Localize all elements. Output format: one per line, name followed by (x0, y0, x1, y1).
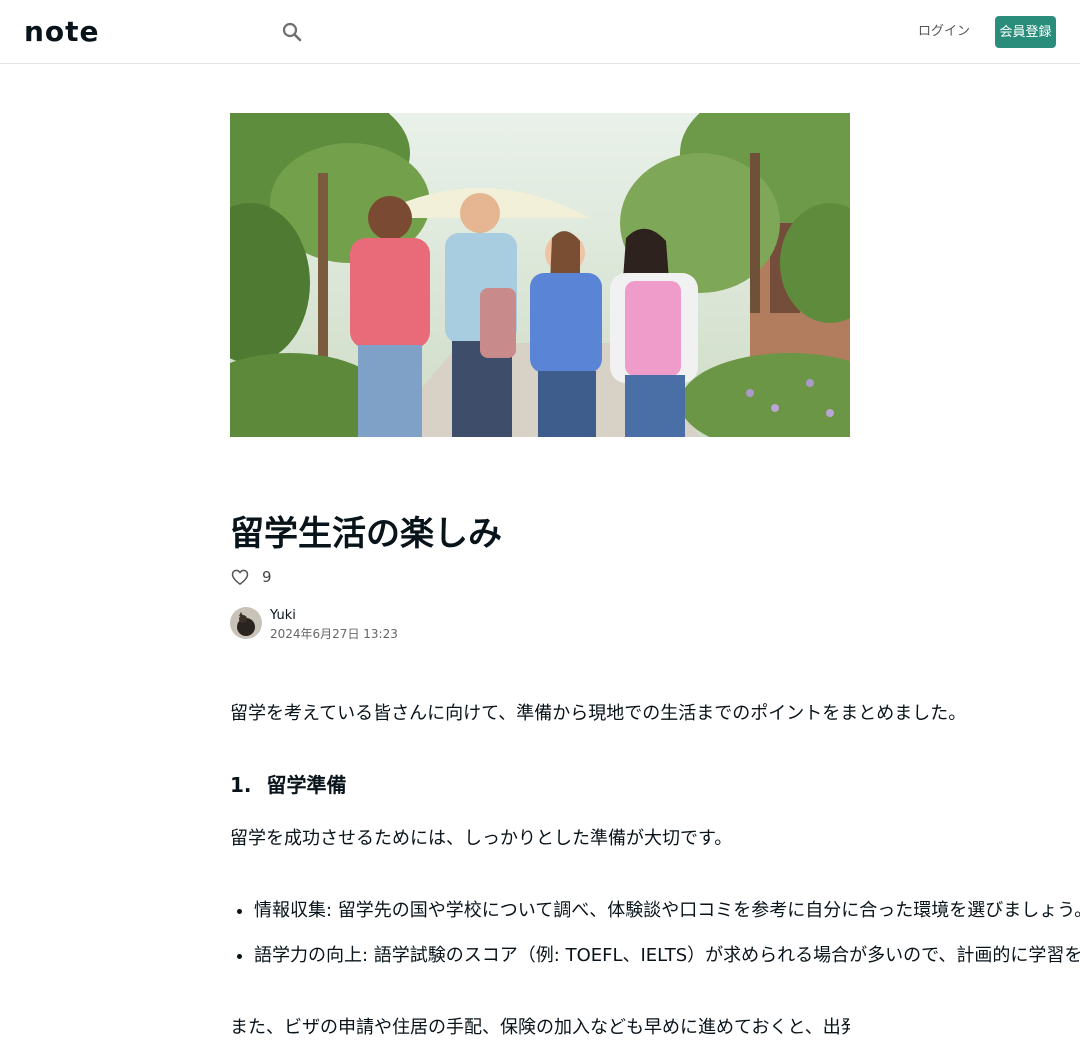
search-button[interactable] (280, 20, 304, 44)
like-count: 9 (262, 568, 272, 586)
note-logo[interactable]: note (24, 18, 100, 46)
login-link[interactable]: ログイン (918, 24, 970, 40)
list-item: 語学力の向上: 語学試験のスコア（例: TOEFL、IELTS）が求められる場合… (254, 942, 1080, 970)
post-date: 2024年6月27日 13:23 (270, 627, 398, 641)
author-name[interactable]: Yuki (270, 608, 296, 624)
section-number: 1. (230, 773, 252, 797)
hero-image (230, 113, 850, 437)
intro-paragraph: 留学を考えている皆さんに向けて、準備から現地での生活までのポイントをまとめました… (230, 703, 967, 724)
section-title: 留学準備 (266, 773, 347, 797)
bullet-list: 情報収集: 留学先の国や学校について調べ、体験談や口コミを参考に自分に合った環境… (230, 897, 1080, 987)
site-header: note ログイン 会員登録 (0, 0, 1080, 64)
like-area: 9 (230, 566, 272, 588)
signup-button[interactable]: 会員登録 (995, 16, 1056, 48)
section-heading: 1. 留学準備 (230, 771, 346, 799)
heart-icon[interactable] (230, 567, 250, 587)
article-title: 留学生活の楽しみ (230, 514, 502, 554)
students-photo (230, 113, 850, 437)
list-item: 情報収集: 留学先の国や学校について調べ、体験談や口コミを参考に自分に合った環境… (254, 897, 1080, 925)
trailing-paragraph: また、ビザの申請や住居の手配、保険の加入なども早めに進めておくと、出発前に慌てる… (230, 1017, 850, 1038)
search-icon (282, 22, 302, 42)
section-lead: 留学を成功させるためには、しっかりとした準備が大切です。 (230, 828, 733, 849)
avatar[interactable] (230, 607, 262, 639)
avatar-image (230, 607, 262, 639)
